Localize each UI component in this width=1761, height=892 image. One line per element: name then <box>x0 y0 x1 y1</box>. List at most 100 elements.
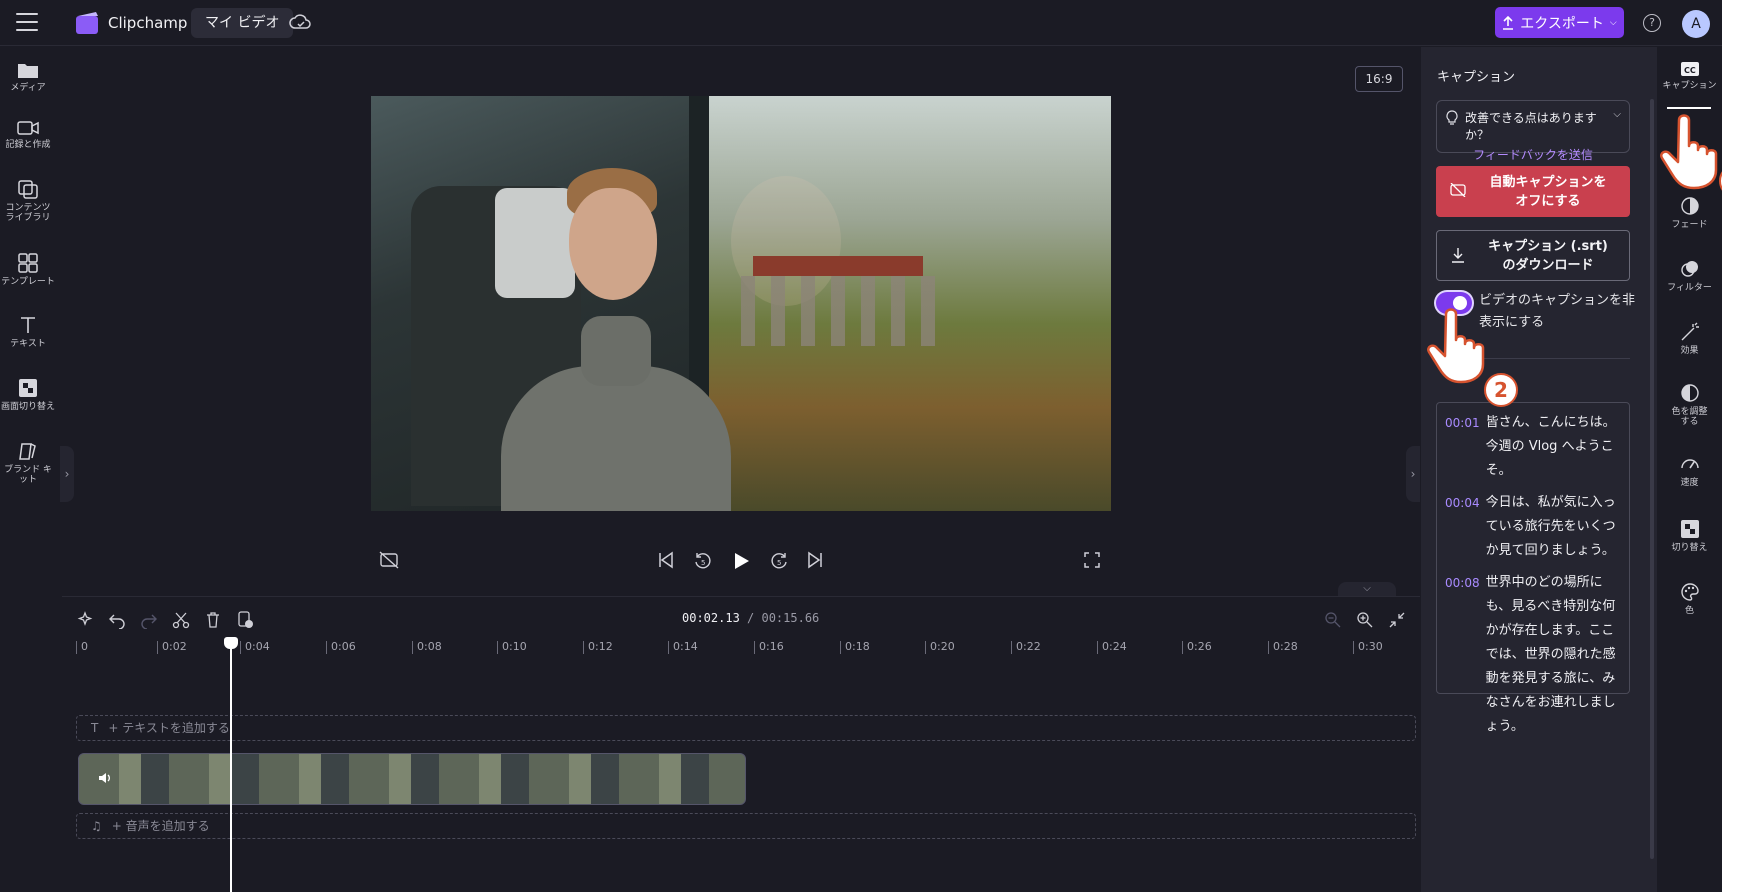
rail-item-fade[interactable]: フェード <box>1657 196 1722 230</box>
cc-icon: CC <box>1680 62 1699 76</box>
caption-cue[interactable]: 00:01 皆さん、こんにちは。今週の Vlog へようこそ。 <box>1445 411 1623 483</box>
timecode: 00:02.13 / 00:15.66 <box>682 611 819 625</box>
cue-time[interactable]: 00:04 <box>1445 491 1480 563</box>
collapse-timeline-button[interactable]: ⌵ <box>1338 582 1396 596</box>
transition-icon <box>19 379 37 397</box>
skip-to-start-icon[interactable] <box>657 551 675 569</box>
upload-icon <box>1503 15 1514 30</box>
captions-off-icon <box>1450 183 1466 197</box>
playhead[interactable] <box>230 639 232 892</box>
sidebar-item-text[interactable]: テキスト <box>0 315 56 349</box>
ruler-tick: 0:24 <box>1097 641 1127 654</box>
current-time: 00:02.13 <box>682 611 740 625</box>
folder-icon <box>18 64 38 78</box>
video-clip[interactable] <box>78 753 746 805</box>
panel-scrollbar[interactable] <box>1650 99 1654 859</box>
captions-panel: キャプション 改善できる点はありますか？ ⌵ フィードバックを送信 自動キャプシ… <box>1421 47 1657 892</box>
sidebar-item-label: テンプレート <box>1 277 55 287</box>
captions-off-icon[interactable] <box>379 551 399 569</box>
sidebar-item-content-library[interactable]: コンテンツ ライブラリ <box>0 179 56 223</box>
clipchamp-logo-icon <box>76 12 98 34</box>
ruler-tick: 0:30 <box>1353 641 1383 654</box>
cloud-sync-icon[interactable] <box>289 13 311 33</box>
text-icon <box>21 317 35 333</box>
add-audio-track[interactable]: ♫ + 音声を追加する <box>76 813 1416 839</box>
delete-icon[interactable] <box>204 611 222 629</box>
skip-to-end-icon[interactable] <box>806 551 824 569</box>
playhead-handle[interactable] <box>224 637 238 649</box>
collapse-right-panel-button[interactable]: › <box>1406 446 1420 502</box>
aspect-ratio-button[interactable]: 16:9 <box>1355 66 1403 92</box>
export-label: エクスポート <box>1520 15 1604 32</box>
sidebar-item-transitions[interactable]: 画面切り替え <box>0 378 56 412</box>
rail-item-label: キャプション <box>1662 81 1717 91</box>
ruler-tick: 0:06 <box>326 641 356 654</box>
svg-text:CC: CC <box>1684 66 1696 75</box>
feedback-box[interactable]: 改善できる点はありますか？ ⌵ フィードバックを送信 <box>1436 100 1630 162</box>
clipchamp-editor: Clipchamp マイ ビデオ エクスポート ⌵ ? A メディア 記録と作成… <box>0 0 1722 892</box>
rail-item-label: 色を調整 <box>1671 407 1708 417</box>
zoom-out-icon[interactable] <box>1324 611 1342 629</box>
palette-icon <box>1680 583 1699 601</box>
cue-text[interactable]: 今日は、私が気に入っている旅行先をいくつか見て回りましょう。 <box>1486 491 1623 563</box>
undo-icon[interactable] <box>108 611 126 629</box>
cue-text[interactable]: 皆さん、こんにちは。今週の Vlog へようこそ。 <box>1486 411 1623 483</box>
project-title[interactable]: マイ ビデオ <box>191 8 294 38</box>
volume-icon[interactable] <box>97 770 113 786</box>
rail-item-captions[interactable]: CC キャプション <box>1657 61 1722 91</box>
cue-time[interactable]: 00:08 <box>1445 571 1480 739</box>
rail-item-speed[interactable]: 速度 <box>1657 454 1722 488</box>
adjust-color-icon <box>1680 384 1699 402</box>
split-icon[interactable] <box>172 611 190 629</box>
fit-timeline-icon[interactable] <box>1388 611 1406 629</box>
collapse-left-panel-button[interactable]: › <box>60 446 74 502</box>
menu-icon[interactable] <box>16 13 38 33</box>
ruler-tick: 0:16 <box>754 641 784 654</box>
rewind-5-icon[interactable]: 5 <box>693 551 713 571</box>
zoom-in-icon[interactable] <box>1356 611 1374 629</box>
play-icon[interactable] <box>731 551 751 571</box>
caption-cue[interactable]: 00:04 今日は、私が気に入っている旅行先をいくつか見て回りましょう。 <box>1445 491 1623 563</box>
duplicate-icon[interactable] <box>236 611 254 629</box>
add-text-track[interactable]: T + テキストを追加する <box>76 715 1416 741</box>
rail-item-color[interactable]: 色 <box>1657 582 1722 616</box>
rail-item-label: する <box>1680 417 1699 427</box>
timeline-ruler[interactable]: 0 0:02 0:04 0:06 0:08 0:10 0:12 0:14 0:1… <box>76 641 1416 661</box>
turn-off-auto-captions-button[interactable]: 自動キャプションを オフにする <box>1436 166 1630 217</box>
fullscreen-icon[interactable] <box>1083 551 1101 569</box>
camera-icon <box>17 121 39 135</box>
sidebar-item-brand-kit[interactable]: ブランド キット <box>0 441 56 485</box>
rail-item-transition[interactable]: 切り替え <box>1657 519 1722 553</box>
rail-item-adjust-color[interactable]: 色を調整 する <box>1657 383 1722 427</box>
app-name: Clipchamp <box>108 14 188 32</box>
ruler-tick: 0:04 <box>240 641 270 654</box>
rail-item-effects[interactable]: 効果 <box>1657 322 1722 356</box>
rail-item-filters[interactable]: フィルター <box>1657 259 1722 293</box>
effects-icon <box>1681 322 1699 341</box>
download-captions-button[interactable]: キャプション (.srt) のダウンロード <box>1436 230 1630 281</box>
cue-text[interactable]: 世界中のどの場所にも、見るべき特別な何かが存在します。ここでは、世界の隠れた感動… <box>1486 571 1623 739</box>
pointer-hand-icon <box>1660 114 1718 190</box>
hide-captions-label: ビデオのキャプションを非表示にする <box>1479 293 1636 330</box>
help-icon[interactable]: ? <box>1643 14 1661 32</box>
caption-transcript[interactable]: 00:01 皆さん、こんにちは。今週の Vlog へようこそ。 00:04 今日… <box>1436 402 1630 734</box>
sidebar-item-templates[interactable]: テンプレート <box>0 253 56 287</box>
cue-time[interactable]: 00:01 <box>1445 411 1480 483</box>
magic-icon[interactable] <box>76 611 94 629</box>
sidebar-item-record[interactable]: 記録と作成 <box>0 120 56 150</box>
ruler-tick: 0:26 <box>1182 641 1212 654</box>
forward-5-icon[interactable]: 5 <box>769 551 789 571</box>
svg-text:5: 5 <box>777 559 781 567</box>
send-feedback-link[interactable]: フィードバックを送信 <box>1447 146 1619 163</box>
sidebar-item-label: 記録と作成 <box>5 140 51 150</box>
caption-cue[interactable]: 00:08 世界中のどの場所にも、見るべき特別な何かが存在します。ここでは、世界… <box>1445 571 1623 739</box>
ruler-tick: 0:14 <box>668 641 698 654</box>
rail-item-label: フェード <box>1671 220 1708 230</box>
sidebar-item-media[interactable]: メディア <box>0 61 56 93</box>
chevron-down-icon[interactable]: ⌵ <box>1613 109 1621 120</box>
add-text-label: + テキストを追加する <box>108 721 230 735</box>
avatar[interactable]: A <box>1682 10 1710 38</box>
export-button[interactable]: エクスポート ⌵ <box>1495 7 1624 38</box>
total-time: 00:15.66 <box>761 611 820 625</box>
redo-icon[interactable] <box>140 611 158 629</box>
